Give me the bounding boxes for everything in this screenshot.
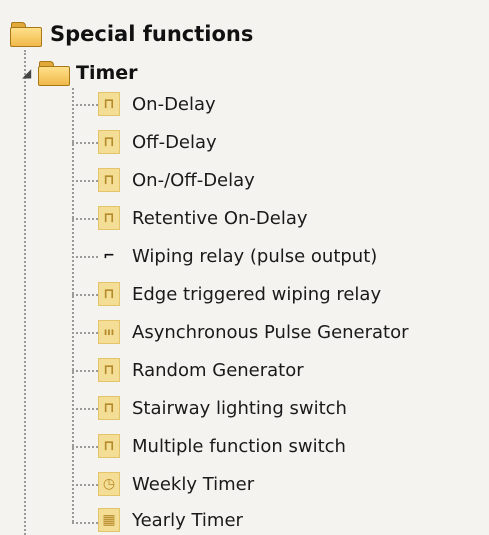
tree-connector [72, 332, 98, 334]
tree-connector [72, 370, 98, 372]
on-off-delay-icon: ⊓ [98, 168, 120, 192]
tree-connector [72, 484, 98, 486]
tree-item-label: Edge triggered wiping relay [132, 283, 382, 305]
tree-connector [72, 142, 98, 144]
tree-connector [72, 294, 98, 296]
tree-item-label: On-Delay [132, 93, 216, 115]
clock-icon: ◷ [98, 472, 120, 496]
stairway-switch-icon: ⊓ [98, 396, 120, 420]
tree-connector [72, 218, 98, 220]
tree-connector [72, 180, 98, 182]
tree-item-retentive-on-delay[interactable]: ⊓ Retentive On-Delay [98, 204, 308, 232]
off-delay-icon: ⊓ [98, 130, 120, 154]
tree-item-label: Random Generator [132, 359, 304, 381]
tree-item-stairway-lighting-switch[interactable]: ⊓ Stairway lighting switch [98, 394, 347, 422]
tree-item-wiping-relay[interactable]: ⌐ Wiping relay (pulse output) [98, 242, 377, 270]
retentive-on-delay-icon: ⊓ [98, 206, 120, 230]
tree-node-special-functions[interactable]: Special functions [10, 18, 253, 50]
tree-node-timer[interactable]: ◢ Timer [22, 58, 138, 88]
tree-item-on-off-delay[interactable]: ⊓ On-/Off-Delay [98, 166, 255, 194]
tree-item-label: Wiping relay (pulse output) [132, 245, 378, 267]
tree-item-label: On-/Off-Delay [132, 169, 255, 191]
tree-connector [72, 104, 98, 106]
on-delay-icon: ⊓ [98, 92, 120, 116]
collapse-arrow-icon[interactable]: ◢ [22, 66, 38, 80]
tree-item-asynchronous-pulse-generator[interactable]: ııı Asynchronous Pulse Generator [98, 318, 409, 346]
tree-connector [72, 256, 98, 258]
tree-item-label: Retentive On-Delay [132, 207, 308, 229]
tree-item-random-generator[interactable]: ⊓ Random Generator [98, 356, 304, 384]
tree-line-root [24, 50, 26, 535]
tree-line-timer [72, 88, 74, 522]
tree-item-edge-triggered-wiping-relay[interactable]: ⊓ Edge triggered wiping relay [98, 280, 381, 308]
pulse-generator-icon: ııı [98, 320, 120, 344]
tree-item-label: Weekly Timer [132, 473, 255, 495]
tree-connector [72, 446, 98, 448]
tree-item-label: Yearly Timer [132, 509, 243, 531]
tree-item-label: Multiple function switch [132, 435, 346, 457]
calendar-icon: ▦ [98, 508, 120, 532]
folder-icon [10, 22, 42, 47]
wiping-relay-icon: ⌐ [103, 248, 115, 264]
random-generator-icon: ⊓ [98, 358, 120, 382]
folder-open-icon [38, 61, 70, 86]
tree-connector [72, 408, 98, 410]
function-tree: Special functions ◢ Timer ⊓ On-Delay ⊓ O… [0, 0, 489, 535]
tree-item-yearly-timer[interactable]: ▦ Yearly Timer [98, 506, 243, 534]
edge-wiping-relay-icon: ⊓ [98, 282, 120, 306]
tree-item-label: Stairway lighting switch [132, 397, 347, 419]
tree-item-off-delay[interactable]: ⊓ Off-Delay [98, 128, 217, 156]
tree-node-label: Timer [76, 62, 138, 84]
tree-item-weekly-timer[interactable]: ◷ Weekly Timer [98, 470, 254, 498]
tree-item-multiple-function-switch[interactable]: ⊓ Multiple function switch [98, 432, 346, 460]
tree-item-label: Asynchronous Pulse Generator [132, 321, 409, 343]
tree-node-label: Special functions [50, 22, 254, 46]
tree-connector [72, 522, 98, 524]
multi-function-switch-icon: ⊓ [98, 434, 120, 458]
tree-item-label: Off-Delay [132, 131, 217, 153]
tree-item-on-delay[interactable]: ⊓ On-Delay [98, 90, 216, 118]
